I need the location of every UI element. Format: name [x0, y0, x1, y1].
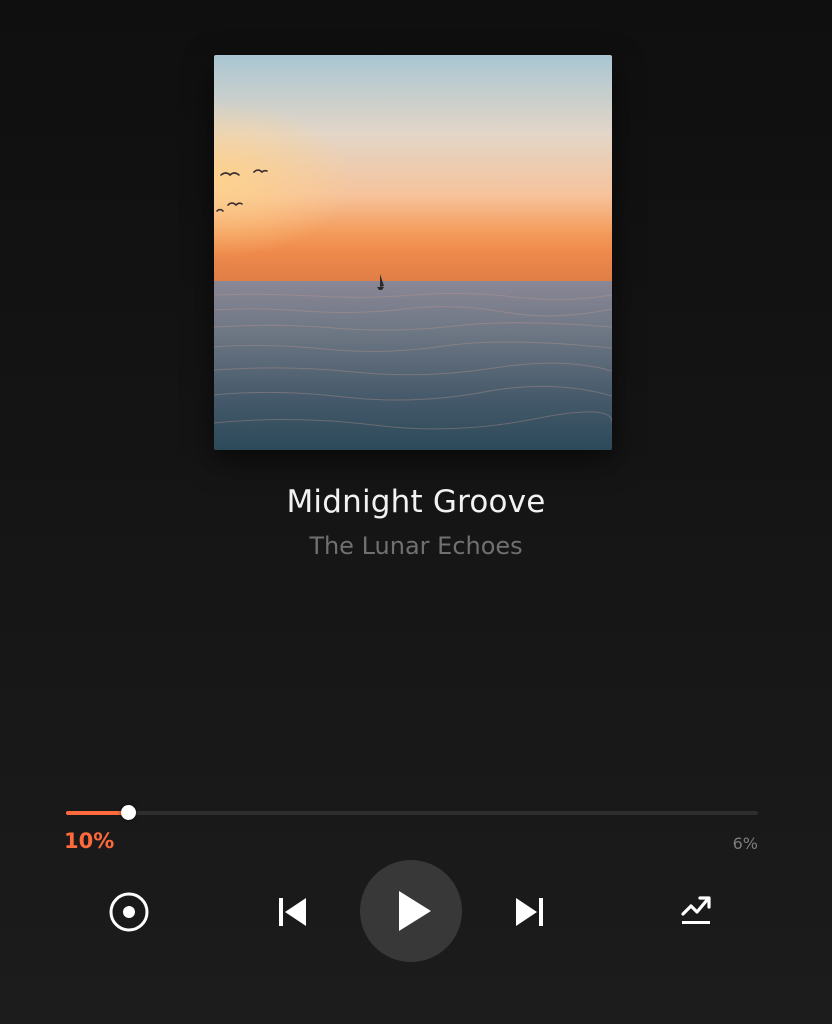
now-playing-screen: Midnight Groove The Lunar Echoes 10% 6%	[0, 0, 832, 1024]
play-button[interactable]	[360, 860, 462, 962]
album-artwork-image	[214, 55, 612, 450]
album-art	[214, 55, 612, 450]
next-button[interactable]	[506, 888, 554, 936]
progress-knob[interactable]	[121, 805, 137, 820]
play-icon	[399, 891, 431, 931]
radio-button[interactable]	[103, 886, 155, 938]
track-title: Midnight Groove	[286, 484, 546, 520]
elapsed-label: 10%	[64, 829, 115, 853]
progress-fill	[66, 811, 129, 815]
track-artist[interactable]: The Lunar Echoes	[0, 532, 832, 560]
total-label: 6%	[732, 834, 758, 853]
previous-button[interactable]	[268, 888, 316, 936]
trending-share-icon	[681, 896, 711, 924]
skip-next-icon	[516, 898, 543, 926]
progress-bar[interactable]	[66, 805, 758, 820]
trending-share-button[interactable]	[670, 884, 722, 936]
skip-previous-icon	[279, 898, 306, 926]
radio-target-icon	[109, 892, 149, 932]
